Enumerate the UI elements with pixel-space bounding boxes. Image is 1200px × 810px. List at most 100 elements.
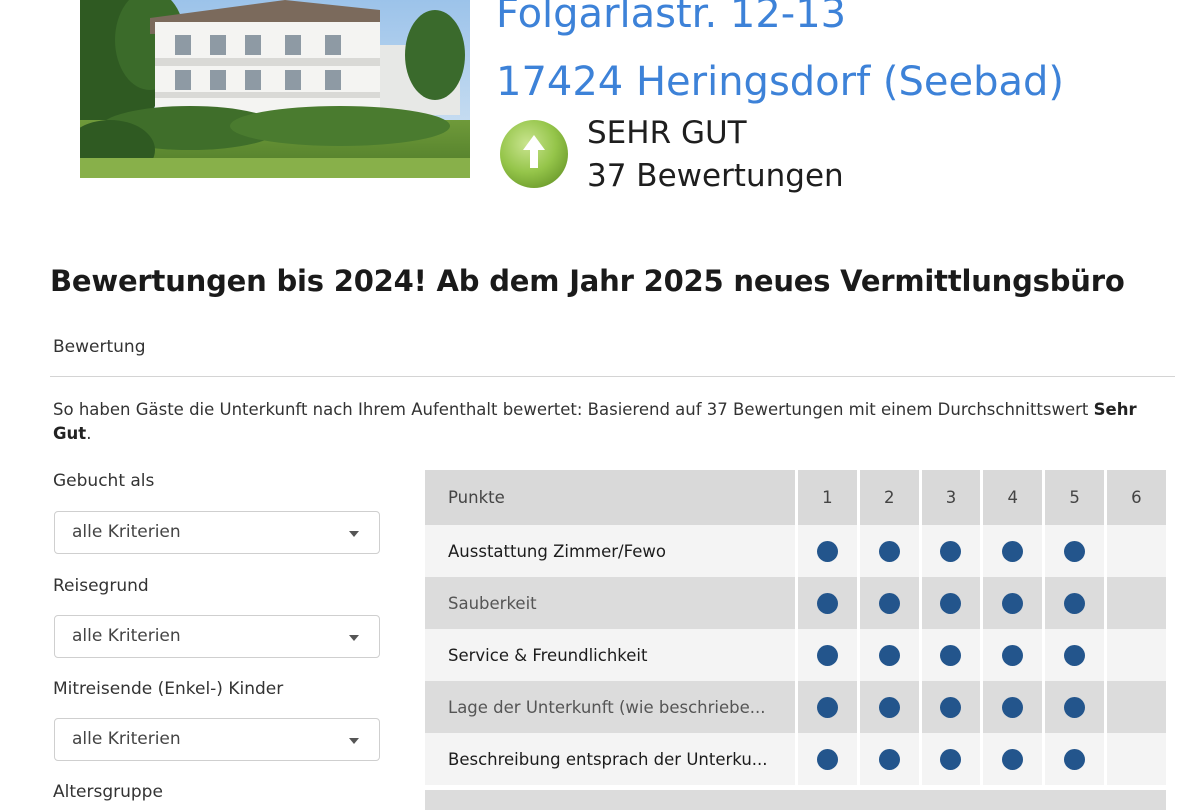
score-cell: [922, 525, 981, 577]
score-cell: [798, 577, 857, 629]
rating-summary-text: So haben Gäste die Unterkunft nach Ihrem…: [53, 398, 1173, 446]
summary-text: So haben Gäste die Unterkunft nach Ihrem…: [53, 400, 1089, 419]
score-dot: [816, 748, 838, 770]
score-dot: [940, 696, 962, 718]
reviews-notice-heading: Bewertungen bis 2024! Ab dem Jahr 2025 n…: [50, 264, 1125, 298]
travel-reason-select[interactable]: alle Kriterien: [54, 615, 380, 658]
filter-label-travel-reason: Reisegrund: [53, 576, 149, 596]
score-dot: [1064, 592, 1086, 614]
score-cell: [798, 629, 857, 681]
score-cell: [1045, 733, 1104, 785]
score-dot: [1064, 696, 1086, 718]
city-address: 17424 Heringsdorf (Seebad): [496, 59, 1065, 105]
review-count: 37 Bewertungen: [587, 158, 844, 194]
score-dot: [1002, 592, 1024, 614]
score-column-header: 1: [822, 488, 833, 507]
table-row-partial: [425, 790, 1166, 810]
criterion-label: Sauberkeit: [448, 593, 537, 613]
table-row: Service & Freundlichkeit: [425, 629, 1166, 681]
score-cell: [922, 577, 981, 629]
summary-end: .: [86, 424, 92, 443]
score-cell: [798, 733, 857, 785]
score-dot: [1002, 696, 1024, 718]
table-row: Sauberkeit: [425, 577, 1166, 629]
score-cell: [1107, 525, 1166, 577]
score-cell: [1045, 577, 1104, 629]
score-cell: [860, 629, 919, 681]
street-address: Folgarlastr. 12-13: [496, 0, 847, 37]
score-cell: [922, 681, 981, 733]
score-cell: [983, 681, 1042, 733]
score-dot: [816, 540, 838, 562]
table-header: Punkte 1 2 3 4 5 6: [425, 470, 1166, 525]
arrow-up-icon: [498, 118, 570, 190]
score-cell: [1045, 525, 1104, 577]
score-cell: [798, 681, 857, 733]
score-dot: [940, 644, 962, 666]
score-cell: [860, 733, 919, 785]
children-value: alle Kriterien: [72, 729, 181, 749]
score-dot: [878, 696, 900, 718]
section-label: Bewertung: [53, 337, 146, 357]
score-dot: [878, 540, 900, 562]
rating-summary: SEHR GUT 37 Bewertungen: [587, 112, 844, 198]
score-column-header: 2: [883, 488, 895, 507]
score-cell: [860, 681, 919, 733]
score-cell: [1107, 681, 1166, 733]
score-cell: [860, 525, 919, 577]
score-column-header: 4: [1007, 488, 1019, 507]
score-cell: [1107, 577, 1166, 629]
score-dot: [940, 592, 962, 614]
caret-down-icon: [349, 635, 359, 641]
score-dot: [878, 644, 900, 666]
criterion-label: Ausstattung Zimmer/Fewo: [448, 541, 666, 561]
property-address: Folgarlastr. 12-13 17424 Heringsdorf (Se…: [496, 0, 1064, 116]
table-row: Beschreibung entsprach der Unterku...: [425, 733, 1166, 785]
criterion-label: Beschreibung entsprach der Unterku...: [448, 749, 768, 769]
score-dot: [1064, 644, 1086, 666]
score-dot: [1002, 748, 1024, 770]
score-dot: [1002, 540, 1024, 562]
score-dot: [816, 696, 838, 718]
score-column-header: 3: [945, 488, 957, 507]
points-header: Punkte: [448, 488, 505, 507]
score-cell: [798, 525, 857, 577]
table-row: Lage der Unterkunft (wie beschriebe...: [425, 681, 1166, 733]
travel-reason-value: alle Kriterien: [72, 626, 181, 646]
score-column-header: 5: [1069, 488, 1080, 507]
score-cell: [983, 733, 1042, 785]
filter-label-age-group: Altersgruppe: [53, 782, 163, 802]
score-dot: [940, 748, 962, 770]
table-row: Ausstattung Zimmer/Fewo: [425, 525, 1166, 577]
filter-label-booked-as: Gebucht als: [53, 471, 155, 491]
score-cell: [1107, 733, 1166, 785]
children-select[interactable]: alle Kriterien: [54, 718, 380, 761]
criterion-label: Lage der Unterkunft (wie beschriebe...: [448, 697, 766, 717]
criterion-label: Service & Freundlichkeit: [448, 645, 648, 665]
booked-as-value: alle Kriterien: [72, 522, 181, 542]
property-photo: [80, 0, 470, 178]
score-cell: [983, 577, 1042, 629]
score-cell: [1045, 629, 1104, 681]
score-dot: [878, 748, 900, 770]
rating-word: SEHR GUT: [587, 115, 747, 151]
score-dot: [1064, 748, 1086, 770]
score-dot: [1064, 540, 1086, 562]
score-cell: [860, 577, 919, 629]
caret-down-icon: [349, 738, 359, 744]
score-cell: [983, 629, 1042, 681]
score-cell: [1107, 629, 1166, 681]
booked-as-select[interactable]: alle Kriterien: [54, 511, 380, 554]
score-cell: [922, 629, 981, 681]
score-cell: [983, 525, 1042, 577]
score-dot: [878, 592, 900, 614]
caret-down-icon: [349, 531, 359, 537]
score-dot: [816, 644, 838, 666]
score-column-header: 6: [1131, 488, 1142, 507]
score-cell: [922, 733, 981, 785]
section-divider: [50, 376, 1175, 377]
filter-label-children: Mitreisende (Enkel-) Kinder: [53, 679, 284, 699]
score-dot: [816, 592, 838, 614]
score-cell: [1045, 681, 1104, 733]
score-dot: [1002, 644, 1024, 666]
